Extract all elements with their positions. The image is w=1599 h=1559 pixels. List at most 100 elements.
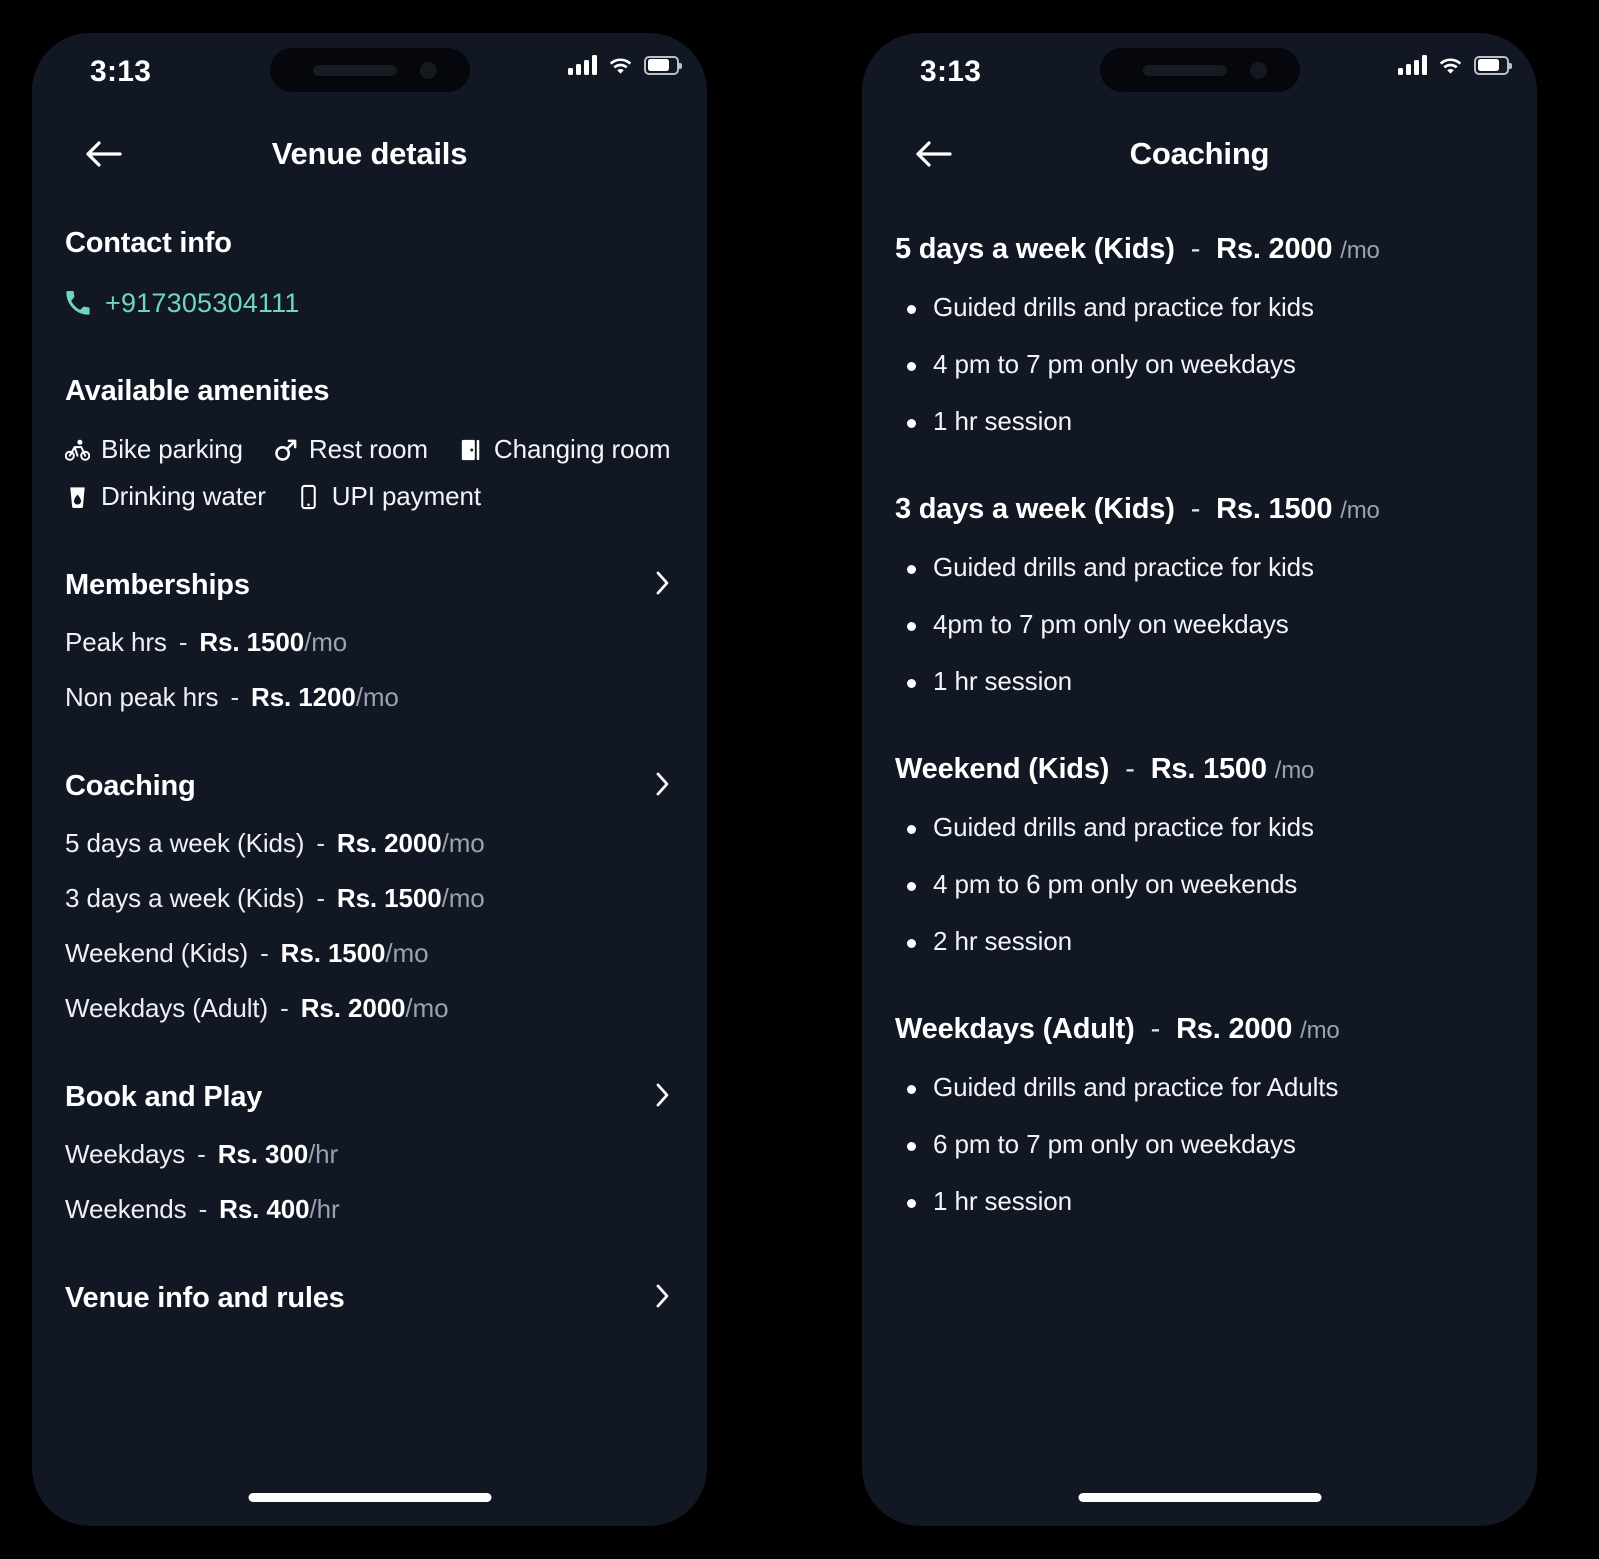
plan-bullet: Guided drills and practice for Adults — [895, 1072, 1504, 1103]
amenity-upi-payment: UPI payment — [296, 481, 481, 512]
row-label: Weekdays — [65, 1139, 186, 1169]
coaching-content: 5 days a week (Kids) - Rs. 2000 /mo Guid… — [862, 197, 1537, 1217]
front-camera — [1249, 62, 1267, 79]
membership-row: Peak hrs - Rs. 1500 /mo — [65, 627, 674, 658]
wifi-icon — [608, 55, 633, 75]
home-indicator[interactable] — [1078, 1493, 1321, 1502]
plan-bullet: 4 pm to 6 pm only on weekends — [895, 869, 1504, 900]
plan-header: Weekdays (Adult) - Rs. 2000 /mo — [895, 1013, 1504, 1046]
plan-bullet: 4 pm to 7 pm only on weekdays — [895, 349, 1504, 380]
row-dash: - — [280, 993, 289, 1023]
plan-name: Weekdays (Adult) — [895, 1013, 1135, 1045]
dynamic-island — [1099, 48, 1300, 92]
row-label: 5 days a week (Kids) — [65, 828, 305, 858]
back-button[interactable] — [908, 131, 960, 177]
book-and-play-heading: Book and Play — [65, 1081, 263, 1113]
front-camera — [419, 62, 437, 79]
male-restroom-icon — [273, 437, 298, 463]
row-period: /mo — [441, 828, 485, 858]
status-bar: 3:13 — [862, 33, 1537, 111]
mobile-phone-icon — [296, 484, 321, 510]
book-and-play-row: Weekends - Rs. 400 /hr — [65, 1194, 674, 1225]
bicycle-icon — [65, 437, 90, 463]
row-period: /mo — [441, 883, 485, 913]
coaching-row: 3 days a week (Kids) - Rs. 1500 /mo — [65, 883, 674, 914]
row-amount: Rs. 1500 — [280, 938, 386, 968]
plan-bullet: 4pm to 7 pm only on weekdays — [895, 609, 1504, 640]
row-label: Weekends — [65, 1194, 187, 1224]
chevron-right-icon[interactable] — [652, 1080, 674, 1115]
plan-bullet: 1 hr session — [895, 406, 1504, 437]
row-dash: - — [178, 627, 188, 657]
row-dash: - — [260, 938, 269, 968]
plan-amount: Rs. 2000 — [1216, 233, 1333, 265]
contact-phone-row[interactable]: +917305304111 — [65, 288, 674, 319]
row-label: 3 days a week (Kids) — [65, 883, 305, 913]
plan-bullet: 1 hr session — [895, 666, 1504, 697]
venue-content: Contact info +917305304111 Available ame… — [32, 197, 707, 1316]
plan-dash: - — [1150, 1013, 1161, 1045]
chevron-right-icon[interactable] — [652, 769, 674, 804]
amenity-label: Bike parking — [101, 434, 243, 464]
nav-bar-coaching: Coaching — [862, 111, 1537, 197]
plan-name: 5 days a week (Kids) — [895, 233, 1175, 265]
plan-dash: - — [1190, 233, 1201, 265]
row-dash: - — [316, 883, 325, 913]
plan-bullet: 1 hr session — [895, 1186, 1504, 1217]
row-amount: Rs. 2000 — [300, 993, 406, 1023]
amenity-label: Changing room — [493, 434, 671, 464]
status-bar-time: 3:13 — [920, 55, 982, 88]
cellular-signal-icon — [568, 55, 597, 75]
coaching-section-header[interactable]: Coaching — [65, 769, 674, 804]
back-arrow-icon — [85, 139, 123, 169]
plan-header: Weekend (Kids) - Rs. 1500 /mo — [895, 753, 1504, 786]
coaching-row: 5 days a week (Kids) - Rs. 2000 /mo — [65, 828, 674, 859]
amenities-list: Bike parking Rest room Changing room Dri… — [65, 434, 674, 512]
home-indicator[interactable] — [248, 1493, 491, 1502]
door-icon — [458, 437, 483, 463]
row-amount: Rs. 400 — [219, 1194, 310, 1224]
plan-bullets: Guided drills and practice for kids 4 pm… — [895, 812, 1504, 957]
earpiece-speaker — [312, 65, 397, 76]
plan-name: Weekend (Kids) — [895, 753, 1110, 785]
row-period: /hr — [308, 1139, 339, 1169]
battery-icon — [644, 55, 682, 75]
status-bar-icons — [1398, 55, 1512, 75]
row-dash: - — [316, 828, 325, 858]
screenshot-canvas: 3:13 Venue details Contact info +9173053… — [0, 0, 1599, 1559]
chevron-right-icon[interactable] — [652, 1281, 674, 1316]
contact-phone-number[interactable]: +917305304111 — [105, 288, 300, 319]
plan-bullets: Guided drills and practice for kids 4 pm… — [895, 292, 1504, 437]
row-dash: - — [230, 682, 240, 712]
book-and-play-section-header[interactable]: Book and Play — [65, 1080, 674, 1115]
phone-coaching: 3:13 Coaching 5 days a week (Kids) - Rs.… — [862, 33, 1537, 1526]
plan-amount: Rs. 2000 — [1176, 1013, 1293, 1045]
plan-amount: Rs. 1500 — [1216, 493, 1333, 525]
plan-bullets: Guided drills and practice for Adults 6 … — [895, 1072, 1504, 1217]
row-label: Weekdays (Adult) — [65, 993, 269, 1023]
plan-amount: Rs. 1500 — [1150, 753, 1267, 785]
plan-bullet: 6 pm to 7 pm only on weekdays — [895, 1129, 1504, 1160]
plan-bullet: Guided drills and practice for kids — [895, 812, 1504, 843]
venue-info-section-header[interactable]: Venue info and rules — [65, 1281, 674, 1316]
chevron-right-icon[interactable] — [652, 568, 674, 603]
coaching-plan-card: Weekdays (Adult) - Rs. 2000 /mo Guided d… — [895, 1013, 1504, 1217]
plan-period: /mo — [1300, 1017, 1340, 1044]
venue-info-heading: Venue info and rules — [65, 1282, 345, 1314]
plan-dash: - — [1125, 753, 1135, 785]
coaching-plan-card: Weekend (Kids) - Rs. 1500 /mo Guided dri… — [895, 753, 1504, 957]
back-button[interactable] — [78, 131, 130, 177]
plan-bullet: Guided drills and practice for kids — [895, 292, 1504, 323]
coaching-row: Weekdays (Adult) - Rs. 2000 /mo — [65, 993, 674, 1024]
nav-bar-venue: Venue details — [32, 111, 707, 197]
amenity-label: Rest room — [308, 434, 428, 464]
coaching-plan-card: 3 days a week (Kids) - Rs. 1500 /mo Guid… — [895, 493, 1504, 697]
membership-row: Non peak hrs - Rs. 1200 /mo — [65, 682, 674, 713]
memberships-section-header[interactable]: Memberships — [65, 568, 674, 603]
row-period: /mo — [405, 993, 449, 1023]
plan-header: 3 days a week (Kids) - Rs. 1500 /mo — [895, 493, 1504, 526]
plan-name: 3 days a week (Kids) — [895, 493, 1175, 525]
row-dash: - — [198, 1194, 208, 1224]
plan-dash: - — [1190, 493, 1201, 525]
plan-header: 5 days a week (Kids) - Rs. 2000 /mo — [895, 233, 1504, 266]
